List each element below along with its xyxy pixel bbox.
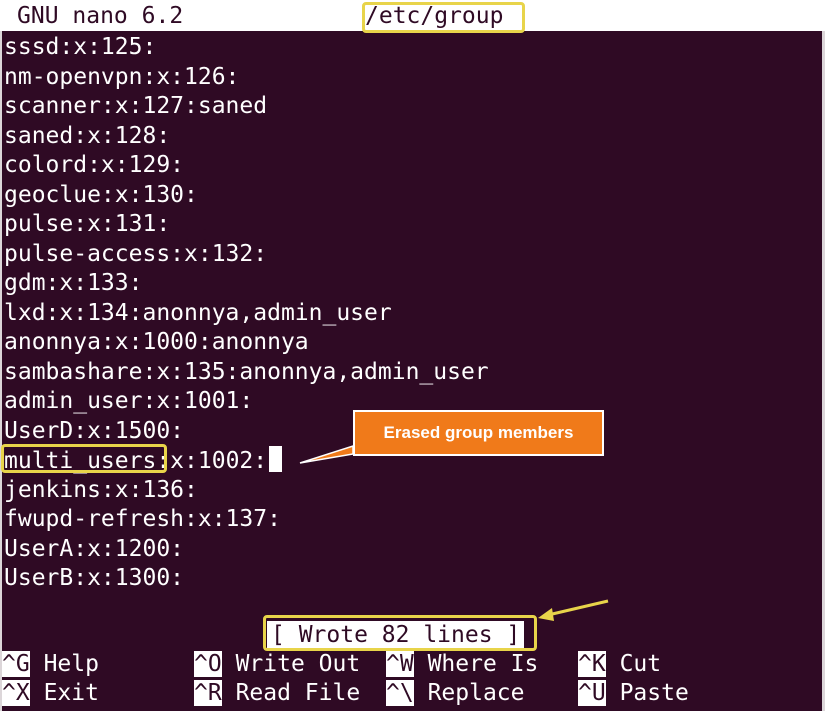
group-fields: :x:1002: <box>156 448 268 474</box>
key-ctrl-r: ^R <box>194 680 222 706</box>
shortcut-write-out[interactable]: ^O Write Out <box>194 650 360 679</box>
file-line[interactable]: sssd:x:125: <box>4 33 489 63</box>
file-line[interactable]: pulse-access:x:132: <box>4 240 489 270</box>
file-line[interactable]: pulse:x:131: <box>4 210 489 240</box>
shortcut-exit[interactable]: ^X Exit <box>2 679 99 708</box>
shortcut-label: Exit <box>43 680 99 706</box>
file-line[interactable]: UserB:x:1300: <box>4 564 489 594</box>
file-line[interactable]: jenkins:x:136: <box>4 476 489 506</box>
group-name-highlight <box>1 444 167 473</box>
shortcut-label: Paste <box>619 680 689 706</box>
shortcut-label: Help <box>43 651 99 677</box>
shortcut-help[interactable]: ^G Help <box>2 650 99 679</box>
editor-content[interactable]: sssd:x:125: nm-openvpn:x:126: scanner:x:… <box>4 33 489 594</box>
shortcut-paste[interactable]: ^U Paste <box>578 679 689 708</box>
file-line[interactable]: scanner:x:127:saned <box>4 92 489 122</box>
key-ctrl-x: ^X <box>2 680 30 706</box>
app-name: GNU nano 6.2 <box>17 3 184 29</box>
file-line[interactable]: lxd:x:134:anonnya,admin_user <box>4 299 489 329</box>
file-line[interactable]: anonnya:x:1000:anonnya <box>4 328 489 358</box>
key-ctrl-w: ^W <box>386 651 414 677</box>
key-ctrl-g: ^G <box>2 651 30 677</box>
file-line[interactable]: nm-openvpn:x:126: <box>4 63 489 93</box>
callout-erased-members: Erased group members <box>353 410 604 456</box>
shortcut-read-file[interactable]: ^R Read File <box>194 679 360 708</box>
file-line[interactable]: sambashare:x:135:anonnya,admin_user <box>4 358 489 388</box>
status-pointer-head <box>538 608 554 621</box>
shortcut-where-is[interactable]: ^W Where Is <box>386 650 538 679</box>
file-line[interactable]: gdm:x:133: <box>4 269 489 299</box>
shortcut-label: Write Out <box>235 651 361 677</box>
shortcut-replace[interactable]: ^\ Replace <box>386 679 525 708</box>
shortcut-label: Where Is <box>427 651 539 677</box>
shortcut-cut[interactable]: ^K Cut <box>578 650 661 679</box>
status-highlight <box>263 615 537 651</box>
file-name-highlight <box>362 2 525 33</box>
status-pointer-line <box>547 599 609 617</box>
shortcut-label: Cut <box>619 651 662 677</box>
shortcut-label: Replace <box>427 680 525 706</box>
key-ctrl-backslash: ^\ <box>386 680 414 706</box>
text-cursor <box>269 446 283 472</box>
file-line[interactable]: UserA:x:1200: <box>4 535 489 565</box>
shortcut-label: Read File <box>235 680 361 706</box>
file-line[interactable]: fwupd-refresh:x:137: <box>4 505 489 535</box>
key-ctrl-u: ^U <box>578 680 606 706</box>
window-border-left <box>0 31 2 711</box>
key-ctrl-o: ^O <box>194 651 222 677</box>
file-line[interactable]: colord:x:129: <box>4 151 489 181</box>
file-line[interactable]: geoclue:x:130: <box>4 181 489 211</box>
key-ctrl-k: ^K <box>578 651 606 677</box>
file-line[interactable]: saned:x:128: <box>4 122 489 152</box>
